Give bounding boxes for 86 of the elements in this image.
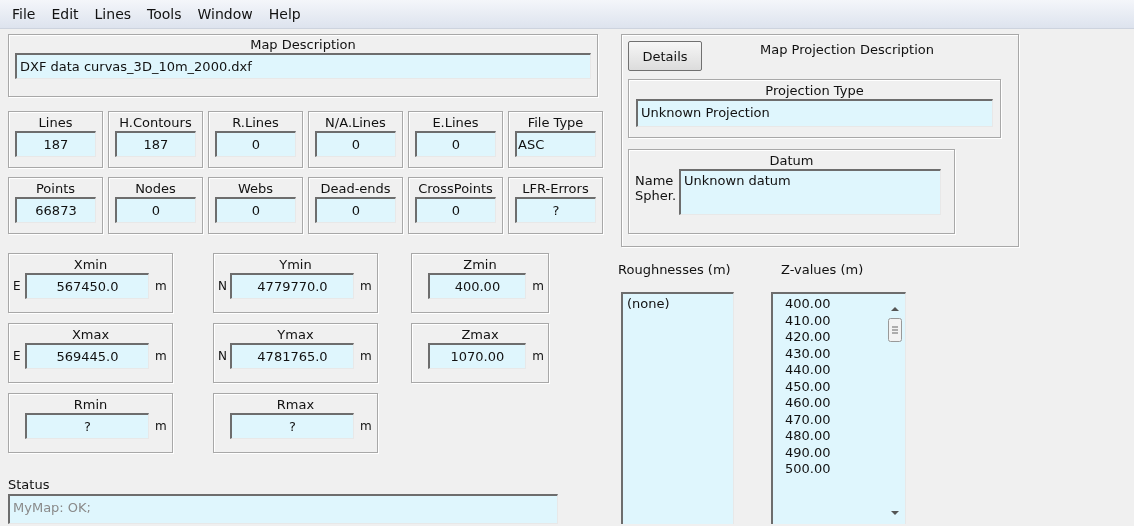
menu-item[interactable]: Lines: [86, 6, 140, 22]
list-item[interactable]: 430.00: [785, 345, 885, 362]
list-item[interactable]: (none): [627, 296, 729, 313]
extent-field[interactable]: 4779770.0: [230, 273, 354, 299]
extent-label: Zmin: [462, 256, 498, 273]
unit-label: m: [360, 279, 372, 293]
menu-item[interactable]: Edit: [43, 6, 87, 22]
extent-label: Ymin: [278, 256, 313, 273]
list-item[interactable]: 450.00: [785, 378, 885, 395]
field-label: Name: [635, 173, 675, 188]
unit-label: m: [360, 419, 372, 433]
projection-type-field[interactable]: Unknown Projection: [636, 99, 993, 127]
menu-item[interactable]: Window: [189, 6, 261, 22]
list-item[interactable]: 460.00: [785, 395, 885, 412]
extent-label: Xmin: [72, 256, 109, 273]
extent-label: Zmax: [460, 326, 500, 343]
z-values-list[interactable]: 400.00 410.00 420.00 430.00 440.00 450.00 460.00 470.00 480.00 490.00 500.00: [771, 292, 906, 524]
axis-label: N: [218, 349, 228, 363]
stat-label: Dead-ends: [319, 180, 392, 197]
roughness-list[interactable]: (none): [621, 292, 734, 524]
stat-label: CrossPoints: [417, 180, 494, 197]
group-title: Map Projection Description: [760, 42, 935, 57]
unit-label: m: [155, 419, 167, 433]
stat-field[interactable]: ?: [515, 197, 596, 223]
menu-item[interactable]: Help: [260, 6, 309, 22]
extent-field[interactable]: 569445.0: [25, 343, 149, 369]
stat-field[interactable]: 0: [415, 131, 496, 157]
list-item[interactable]: 470.00: [785, 411, 885, 428]
unit-label: m: [155, 349, 167, 363]
stat-label: Webs: [236, 180, 275, 197]
list-item[interactable]: 480.00: [785, 428, 885, 445]
stat-label: Points: [34, 180, 77, 197]
extent-label: Rmax: [275, 396, 316, 413]
stat-label: Nodes: [134, 180, 177, 197]
stat-label: R.Lines: [231, 114, 280, 131]
stat-field[interactable]: 0: [315, 197, 396, 223]
stat-field[interactable]: 187: [15, 131, 96, 157]
axis-label: E: [13, 349, 22, 363]
status-label: Status: [8, 477, 51, 492]
axis-label: E: [13, 279, 22, 293]
extent-label: Ymax: [276, 326, 315, 343]
stat-label: N/A.Lines: [324, 114, 387, 131]
stat-label: Lines: [37, 114, 74, 131]
unit-label: m: [155, 279, 167, 293]
list-item[interactable]: 400.00: [785, 296, 885, 313]
menu-item[interactable]: Tools: [139, 6, 190, 22]
extent-field[interactable]: ?: [230, 413, 354, 439]
stat-field[interactable]: 0: [215, 197, 296, 223]
unit-label: m: [532, 279, 544, 293]
extent-label: Rmin: [72, 396, 109, 413]
extent-label: Xmax: [70, 326, 111, 343]
menu-item[interactable]: File: [4, 6, 44, 22]
list-title: Roughnesses (m): [618, 261, 732, 279]
list-item[interactable]: 490.00: [785, 444, 885, 461]
stat-field[interactable]: 187: [115, 131, 196, 157]
unit-label: m: [532, 349, 544, 363]
group-title: Map Description: [249, 36, 357, 53]
extent-field[interactable]: 1070.00: [427, 343, 527, 369]
extent-field[interactable]: ?: [25, 413, 149, 439]
group-title: Datum: [768, 152, 815, 169]
stat-field[interactable]: ASC: [515, 131, 596, 157]
stat-field[interactable]: 0: [315, 131, 396, 157]
stat-field[interactable]: 0: [215, 131, 296, 157]
list-item[interactable]: 420.00: [785, 329, 885, 346]
list-item[interactable]: 440.00: [785, 362, 885, 379]
list-item[interactable]: 500.00: [785, 461, 885, 478]
stat-label: H.Contours: [118, 114, 193, 131]
datum-field[interactable]: Unknown datum: [679, 169, 942, 215]
group-title: Projection Type: [764, 82, 865, 99]
description-field[interactable]: DXF data curvas_3D_10m_2000.dxf: [15, 53, 591, 79]
field-label: Spher.: [635, 188, 677, 203]
details-button[interactable]: Details: [628, 41, 702, 71]
extent-field[interactable]: 400.00: [427, 273, 527, 299]
extent-field[interactable]: 4781765.0: [230, 343, 354, 369]
stat-field[interactable]: 0: [415, 197, 496, 223]
extent-field[interactable]: 567450.0: [25, 273, 149, 299]
status-field: MyMap: OK;: [8, 494, 558, 524]
list-item[interactable]: 410.00: [785, 312, 885, 329]
stat-field[interactable]: 0: [115, 197, 196, 223]
axis-label: N: [218, 279, 228, 293]
stat-label: E.Lines: [431, 114, 480, 131]
stat-label: File Type: [526, 114, 585, 131]
list-title: Z-values (m): [781, 261, 865, 279]
stat-field[interactable]: 66873: [15, 197, 96, 223]
stat-label: LFR-Errors: [521, 180, 590, 197]
unit-label: m: [360, 349, 372, 363]
